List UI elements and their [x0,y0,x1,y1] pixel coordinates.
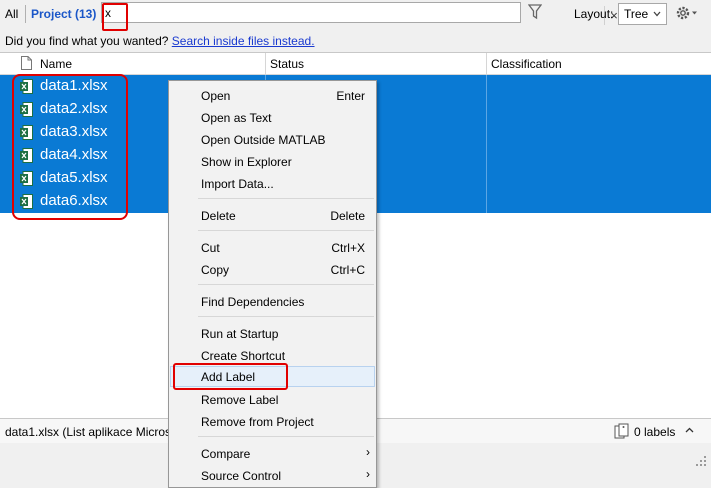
annotation-highlight-files [12,74,128,220]
column-header-classification[interactable]: Classification [491,57,562,71]
menu-item-open-outside-matlab[interactable]: Open Outside MATLAB [170,129,375,150]
status-text: data1.xlsx (List aplikace Micros [5,425,172,439]
search-hint-text: Did you find what you wanted? [5,34,169,48]
column-divider [486,121,487,144]
search-hint: Did you find what you wanted? Search ins… [5,34,315,48]
menu-item-run-at-startup[interactable]: Run at Startup [170,323,375,344]
filter-project-tab[interactable]: Project (13) [31,7,96,21]
menu-item-shortcut: Enter [336,89,365,103]
layout-select-value: Tree [624,7,649,21]
annotation-highlight-search [102,3,128,31]
menu-item-cut[interactable]: Cut Ctrl+X [170,237,375,258]
menu-item-shortcut: Ctrl+C [330,263,365,277]
column-header-name[interactable]: Name [40,57,72,71]
column-divider [486,98,487,121]
menu-item-label: Cut [201,241,220,255]
column-divider[interactable] [486,53,487,74]
label-tag-icon [614,423,629,439]
table-header: Name Status Classification [0,53,711,75]
column-divider [486,144,487,167]
menu-item-label: Open [201,89,231,103]
menu-separator [198,436,374,437]
menu-item-label: Show in Explorer [201,155,292,169]
menu-separator [198,230,374,231]
menu-item-source-control[interactable]: Source Control › [170,465,375,486]
divider [25,5,26,23]
menu-item-label: Find Dependencies [201,295,305,309]
labels-count[interactable]: 0 labels [634,425,675,439]
menu-item-label: Create Shortcut [201,349,286,363]
menu-item-open-as-text[interactable]: Open as Text [170,107,375,128]
search-input[interactable]: x × [101,2,618,25]
column-divider [486,75,487,98]
annotation-highlight-add-label [173,363,288,390]
filter-funnel-icon[interactable] [528,4,542,20]
search-inside-files-link[interactable]: Search inside files instead. [172,34,315,48]
menu-item-label: Import Data... [201,177,274,191]
menu-item-label: Remove Label [201,393,279,407]
column-divider[interactable] [265,53,266,74]
layout-select[interactable]: Tree [618,3,667,25]
menu-separator [198,316,374,317]
menu-item-delete[interactable]: Delete Delete [170,205,375,226]
filter-all-tab[interactable]: All [5,7,18,21]
menu-item-label: Source Control [201,469,282,483]
menu-item-label: Copy [201,263,230,277]
menu-item-label: Open Outside MATLAB [201,133,326,147]
column-divider [486,190,487,213]
chevron-up-icon[interactable] [684,424,695,436]
menu-item-compare[interactable]: Compare › [170,443,375,464]
menu-item-label: Compare [201,447,251,461]
menu-separator [198,284,374,285]
resize-grip-icon[interactable] [695,455,707,467]
menu-item-label: Remove from Project [201,415,314,429]
menu-item-remove-label[interactable]: Remove Label [170,389,375,410]
context-menu: Open Enter Open as Text Open Outside MAT… [168,80,377,488]
menu-item-remove-from-project[interactable]: Remove from Project [170,411,375,432]
chevron-right-icon: › [366,467,370,481]
file-icon [21,56,32,70]
menu-item-label: Delete [201,209,236,223]
column-divider [486,167,487,190]
chevron-right-icon: › [366,445,370,459]
menu-item-shortcut: Ctrl+X [331,241,365,255]
menu-item-label: Run at Startup [201,327,279,341]
menu-item-open[interactable]: Open Enter [170,85,375,106]
layout-label: Layout: [574,7,614,21]
menu-item-import-data[interactable]: Import Data... [170,173,375,194]
menu-item-copy[interactable]: Copy Ctrl+C [170,259,375,280]
column-header-status[interactable]: Status [270,57,304,71]
menu-item-show-in-explorer[interactable]: Show in Explorer [170,151,375,172]
menu-item-find-dependencies[interactable]: Find Dependencies [170,291,375,312]
chevron-down-icon [653,11,661,17]
gear-icon[interactable] [675,4,699,22]
menu-separator [198,198,374,199]
menu-item-shortcut: Delete [330,209,365,223]
menu-item-label: Open as Text [201,111,272,125]
